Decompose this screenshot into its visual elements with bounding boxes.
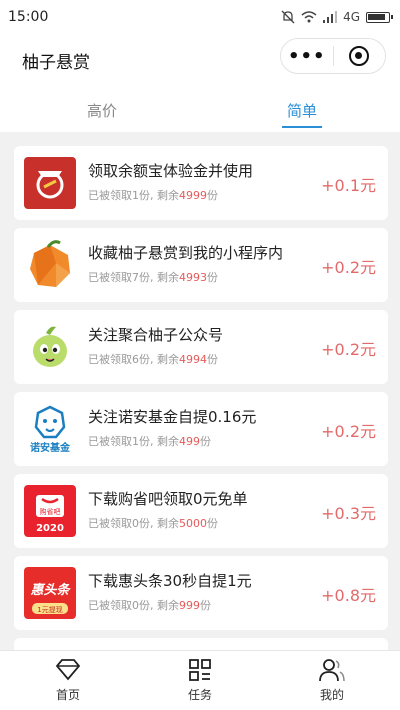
title-bar: 柚子悬赏 ••• [0,34,400,86]
mute-icon [281,10,295,24]
task-reward: +0.2元 [321,422,376,441]
task-progress: 已被领取0份, 剩余5000份 [88,517,218,530]
task-progress: 已被领取1份, 剩余499份 [88,435,211,448]
task-reward: +0.1元 [321,176,376,195]
task-reward: +0.8元 [321,586,376,605]
tab-simple[interactable]: 简单 [262,100,342,121]
task-reward: +0.2元 [321,258,376,277]
pomelo-mascot-logo [24,321,76,373]
task-name: 关注诺安基金自提0.16元 [88,408,257,426]
mini-program-capsule: ••• [280,38,386,74]
huitoutiao-logo: 惠头条 1元提现 [24,567,76,619]
task-card[interactable]: 诺安基金 关注诺安基金自提0.16元 已被领取1份, 剩余499份 +0.2元 [14,392,388,466]
gouxingba-logo-year: 2020 [36,523,64,534]
nav-task-label: 任务 [187,688,212,702]
more-dots-icon[interactable]: ••• [281,46,333,67]
gouxingba-logo: 购省吧 2020 [24,485,76,537]
diamond-icon [55,659,81,681]
task-card[interactable]: 领取余额宝体验金并使用 已被领取1份, 剩余4999份 +0.1元 [14,146,388,220]
nav-me[interactable]: 我的 [292,657,372,703]
task-progress: 已被领取1份, 剩余4999份 [88,189,218,202]
task-name: 领取余额宝体验金并使用 [88,162,254,180]
active-tab-indicator [282,126,322,128]
nav-task[interactable]: 任务 [160,657,240,703]
nav-home[interactable]: 首页 [28,657,108,703]
task-name: 关注聚合柚子公众号 [88,326,224,344]
battery-icon [366,11,393,23]
task-card[interactable]: 关注聚合柚子公众号 已被领取6份, 剩余4994份 +0.2元 [14,310,388,384]
status-time: 15:00 [8,9,49,25]
pomelo-logo [24,239,76,291]
nuoan-fund-logo-text: 诺安基金 [30,441,71,454]
task-progress: 已被领取6份, 剩余4994份 [88,353,218,366]
huitoutiao-logo-sub: 1元提现 [37,605,62,614]
task-card[interactable]: 收藏柚子悬赏到我的小程序内 已被领取7份, 剩余4993份 +0.2元 [14,228,388,302]
task-progress: 已被领取7份, 剩余4993份 [88,271,218,284]
alipay-yuebao-logo [24,157,76,209]
user-icon [319,659,345,682]
close-target-button[interactable] [333,46,385,66]
task-list: 领取余额宝体验金并使用 已被领取1份, 剩余4999份 +0.1元 收藏柚子悬赏… [0,138,400,650]
grid-icon [189,659,211,681]
status-icons: 4G [281,10,393,24]
task-card[interactable]: 购省吧 2020 下载购省吧领取0元免单 已被领取0份, 剩余5000份 +0.… [14,474,388,548]
nav-home-label: 首页 [55,688,80,702]
target-icon [349,46,370,66]
task-reward: +0.3元 [321,504,376,523]
wifi-icon [301,11,317,23]
task-progress: 已被领取0份, 剩余999份 [88,599,211,612]
page-title: 柚子悬赏 [22,52,90,73]
nuoan-fund-logo: 诺安基金 [24,403,76,455]
task-name: 收藏柚子悬赏到我的小程序内 [88,244,284,262]
tab-high-price[interactable]: 高价 [62,100,142,121]
task-card[interactable]: 惠头条 1元提现 下载惠头条30秒自提1元 已被领取0份, 剩余999份 +0.… [14,556,388,630]
task-name: 下载购省吧领取0元免单 [88,490,248,508]
task-name: 下载惠头条30秒自提1元 [88,572,252,590]
bottom-nav: 首页 任务 我的 [0,650,400,710]
huitoutiao-logo-text: 惠头条 [30,582,71,598]
nav-me-label: 我的 [319,688,344,702]
tab-bar: 高价 简单 [0,86,400,132]
gouxingba-logo-text: 购省吧 [40,507,61,516]
signal-icon [323,11,338,23]
status-bar: 15:00 4G [0,0,400,34]
task-reward: +0.2元 [321,340,376,359]
network-label: 4G [343,10,360,24]
task-card[interactable] [14,638,388,650]
